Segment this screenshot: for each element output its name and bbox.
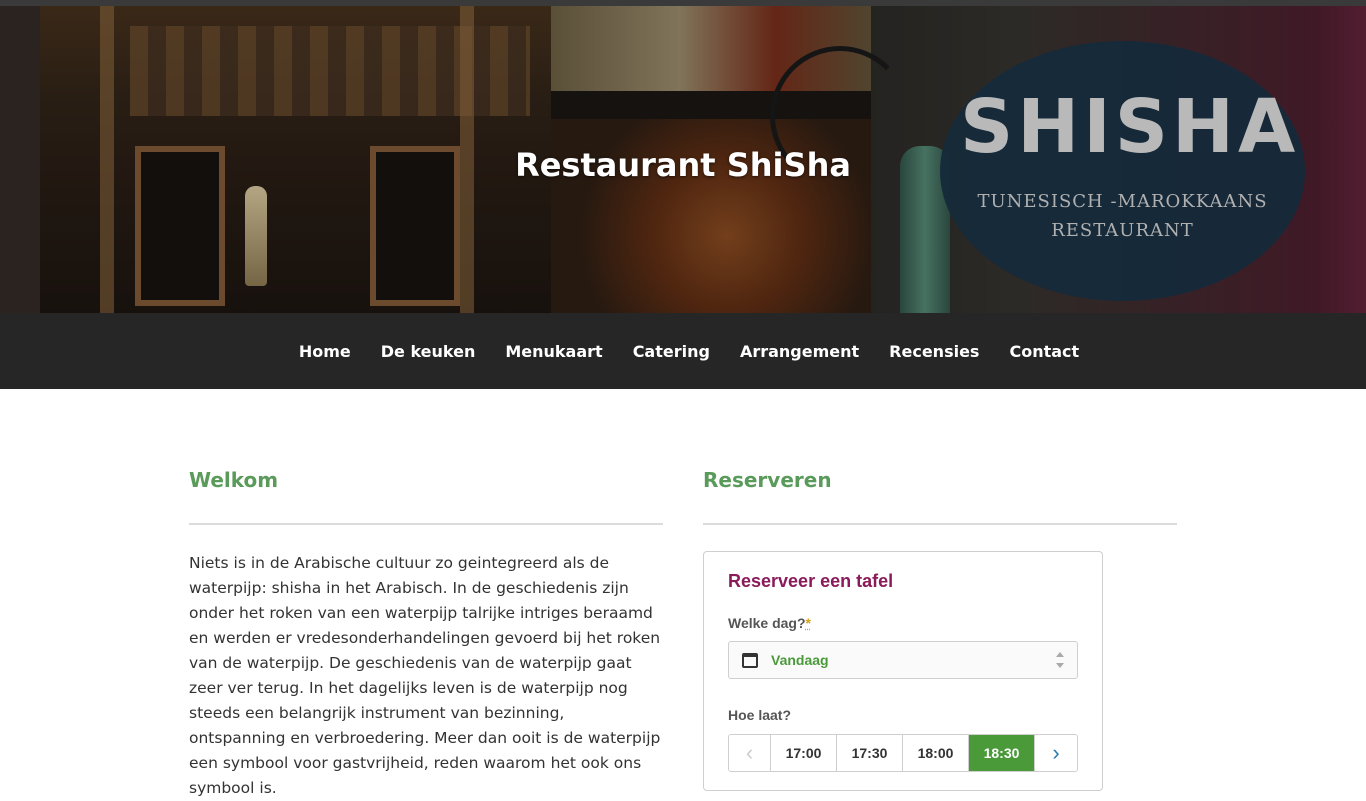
- page-title: Restaurant ShiSha: [515, 146, 851, 184]
- main-nav: Home De keuken Menukaart Catering Arrang…: [0, 313, 1366, 389]
- prev-times-button[interactable]: ‹: [729, 735, 771, 771]
- reservation-heading: Reserveren: [703, 468, 832, 492]
- reservation-section: Reserveren: [703, 468, 1177, 525]
- welcome-heading: Welkom: [189, 468, 279, 492]
- next-times-button[interactable]: ›: [1035, 735, 1077, 771]
- time-slot[interactable]: 17:00: [771, 735, 837, 771]
- nav-item-home[interactable]: Home: [299, 342, 351, 361]
- nav-item-menukaart[interactable]: Menukaart: [505, 342, 602, 361]
- welcome-section: Welkom Niets is in de Arabische cultuur …: [189, 468, 663, 801]
- time-slot-selected[interactable]: 18:30: [969, 735, 1035, 771]
- nav-item-contact[interactable]: Contact: [1009, 342, 1079, 361]
- reservation-widget: Reserveer een tafel Welke dag?* Vandaag …: [703, 551, 1103, 791]
- widget-title: Reserveer een tafel: [728, 571, 894, 591]
- calendar-icon: [742, 653, 758, 668]
- divider: [703, 523, 1177, 525]
- welcome-text: Niets is in de Arabische cultuur zo gein…: [189, 554, 661, 797]
- time-picker: ‹ 17:00 17:30 18:00 18:30 ›: [728, 734, 1078, 772]
- day-label: Welke dag?*: [728, 615, 811, 631]
- time-slot[interactable]: 18:00: [903, 735, 969, 771]
- day-select[interactable]: Vandaag: [728, 641, 1078, 679]
- time-slot[interactable]: 17:30: [837, 735, 903, 771]
- hero-banner: SHISHA TUNESISCH -MAROKKAANS RESTAURANT …: [0, 6, 1366, 313]
- hookah-display: [245, 186, 267, 286]
- time-label: Hoe laat?: [728, 707, 792, 723]
- nav-item-de-keuken[interactable]: De keuken: [381, 342, 476, 361]
- nav-item-catering[interactable]: Catering: [633, 342, 710, 361]
- nav-item-arrangement[interactable]: Arrangement: [740, 342, 859, 361]
- day-value: Vandaag: [771, 652, 829, 668]
- divider: [189, 523, 663, 525]
- spinner-icon: [1055, 652, 1065, 670]
- nav-item-recensies[interactable]: Recensies: [889, 342, 979, 361]
- logo-subtitle-2: RESTAURANT: [1051, 220, 1194, 241]
- required-marker: *: [805, 615, 811, 631]
- logo-subtitle: TUNESISCH -MAROKKAANS: [977, 191, 1268, 212]
